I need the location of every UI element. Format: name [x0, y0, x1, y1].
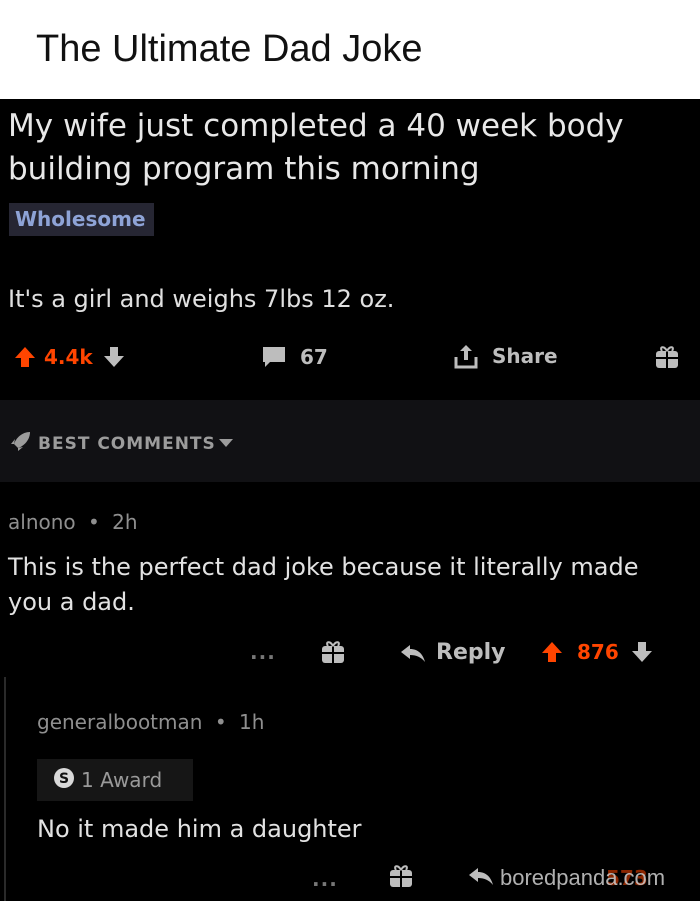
award-count: 1 Award: [81, 768, 163, 792]
silver-award-icon: S: [53, 767, 75, 793]
reply-meta: generalbootman • 1h: [37, 710, 265, 734]
gift-icon: [655, 345, 679, 369]
comment-vote-bar: 876: [541, 640, 653, 664]
reply-button[interactable]: Reply: [400, 640, 506, 665]
post-award-button[interactable]: [655, 345, 679, 369]
more-options-button[interactable]: ...: [312, 867, 338, 891]
comment-text: This is the perfect dad joke because it …: [8, 553, 639, 616]
post-body: It's a girl and weighs 7lbs 12 oz.: [8, 285, 395, 313]
share-label: Share: [492, 344, 558, 368]
reddit-screenshot: My wife just completed a 40 week body bu…: [0, 99, 700, 901]
comment-count: 67: [300, 345, 328, 369]
comment-age: 2h: [112, 510, 138, 534]
more-options-button[interactable]: ...: [250, 640, 276, 664]
post-vote-bar: 4.4k: [14, 345, 125, 369]
sort-best-comments[interactable]: BEST COMMENTS: [10, 430, 234, 457]
svg-text:S: S: [59, 771, 69, 787]
chevron-down-icon: [218, 434, 234, 454]
rocket-icon: [10, 430, 32, 457]
thread-line[interactable]: [4, 677, 6, 901]
comment-author[interactable]: alnono: [8, 510, 76, 534]
reply-label: Reply: [436, 640, 506, 665]
post-title: My wife just completed a 40 week body bu…: [8, 108, 624, 187]
comment-meta: alnono • 2h: [8, 510, 138, 534]
gift-icon: [389, 864, 413, 888]
sort-label: BEST COMMENTS: [38, 433, 216, 454]
post-score: 4.4k: [44, 345, 93, 369]
gift-icon: [321, 640, 345, 664]
reply-arrow-icon: [468, 866, 494, 886]
reply-reply-button[interactable]: [468, 866, 494, 886]
downvote-arrow-icon[interactable]: [103, 346, 125, 368]
watermark-text: boredpanda.com: [500, 865, 666, 890]
award-badge[interactable]: S 1 Award: [37, 759, 193, 801]
comment-bubble-icon: [262, 346, 286, 368]
post-flair[interactable]: Wholesome: [9, 203, 154, 236]
comment-score: 876: [577, 640, 619, 664]
upvote-arrow-icon[interactable]: [541, 641, 563, 663]
reply-award-button[interactable]: [389, 864, 413, 888]
comment-award-button[interactable]: [321, 640, 345, 664]
upvote-arrow-icon[interactable]: [14, 346, 36, 368]
reply-author[interactable]: generalbootman: [37, 710, 202, 734]
article-title: The Ultimate Dad Joke: [36, 28, 423, 70]
reply-age: 1h: [238, 710, 265, 734]
reply-arrow-icon: [400, 643, 426, 663]
reply-text: No it made him a daughter: [37, 815, 362, 843]
comments-button[interactable]: 67: [262, 345, 328, 369]
share-button[interactable]: Share: [454, 343, 558, 369]
downvote-arrow-icon[interactable]: [631, 641, 653, 663]
share-icon: [454, 343, 478, 369]
